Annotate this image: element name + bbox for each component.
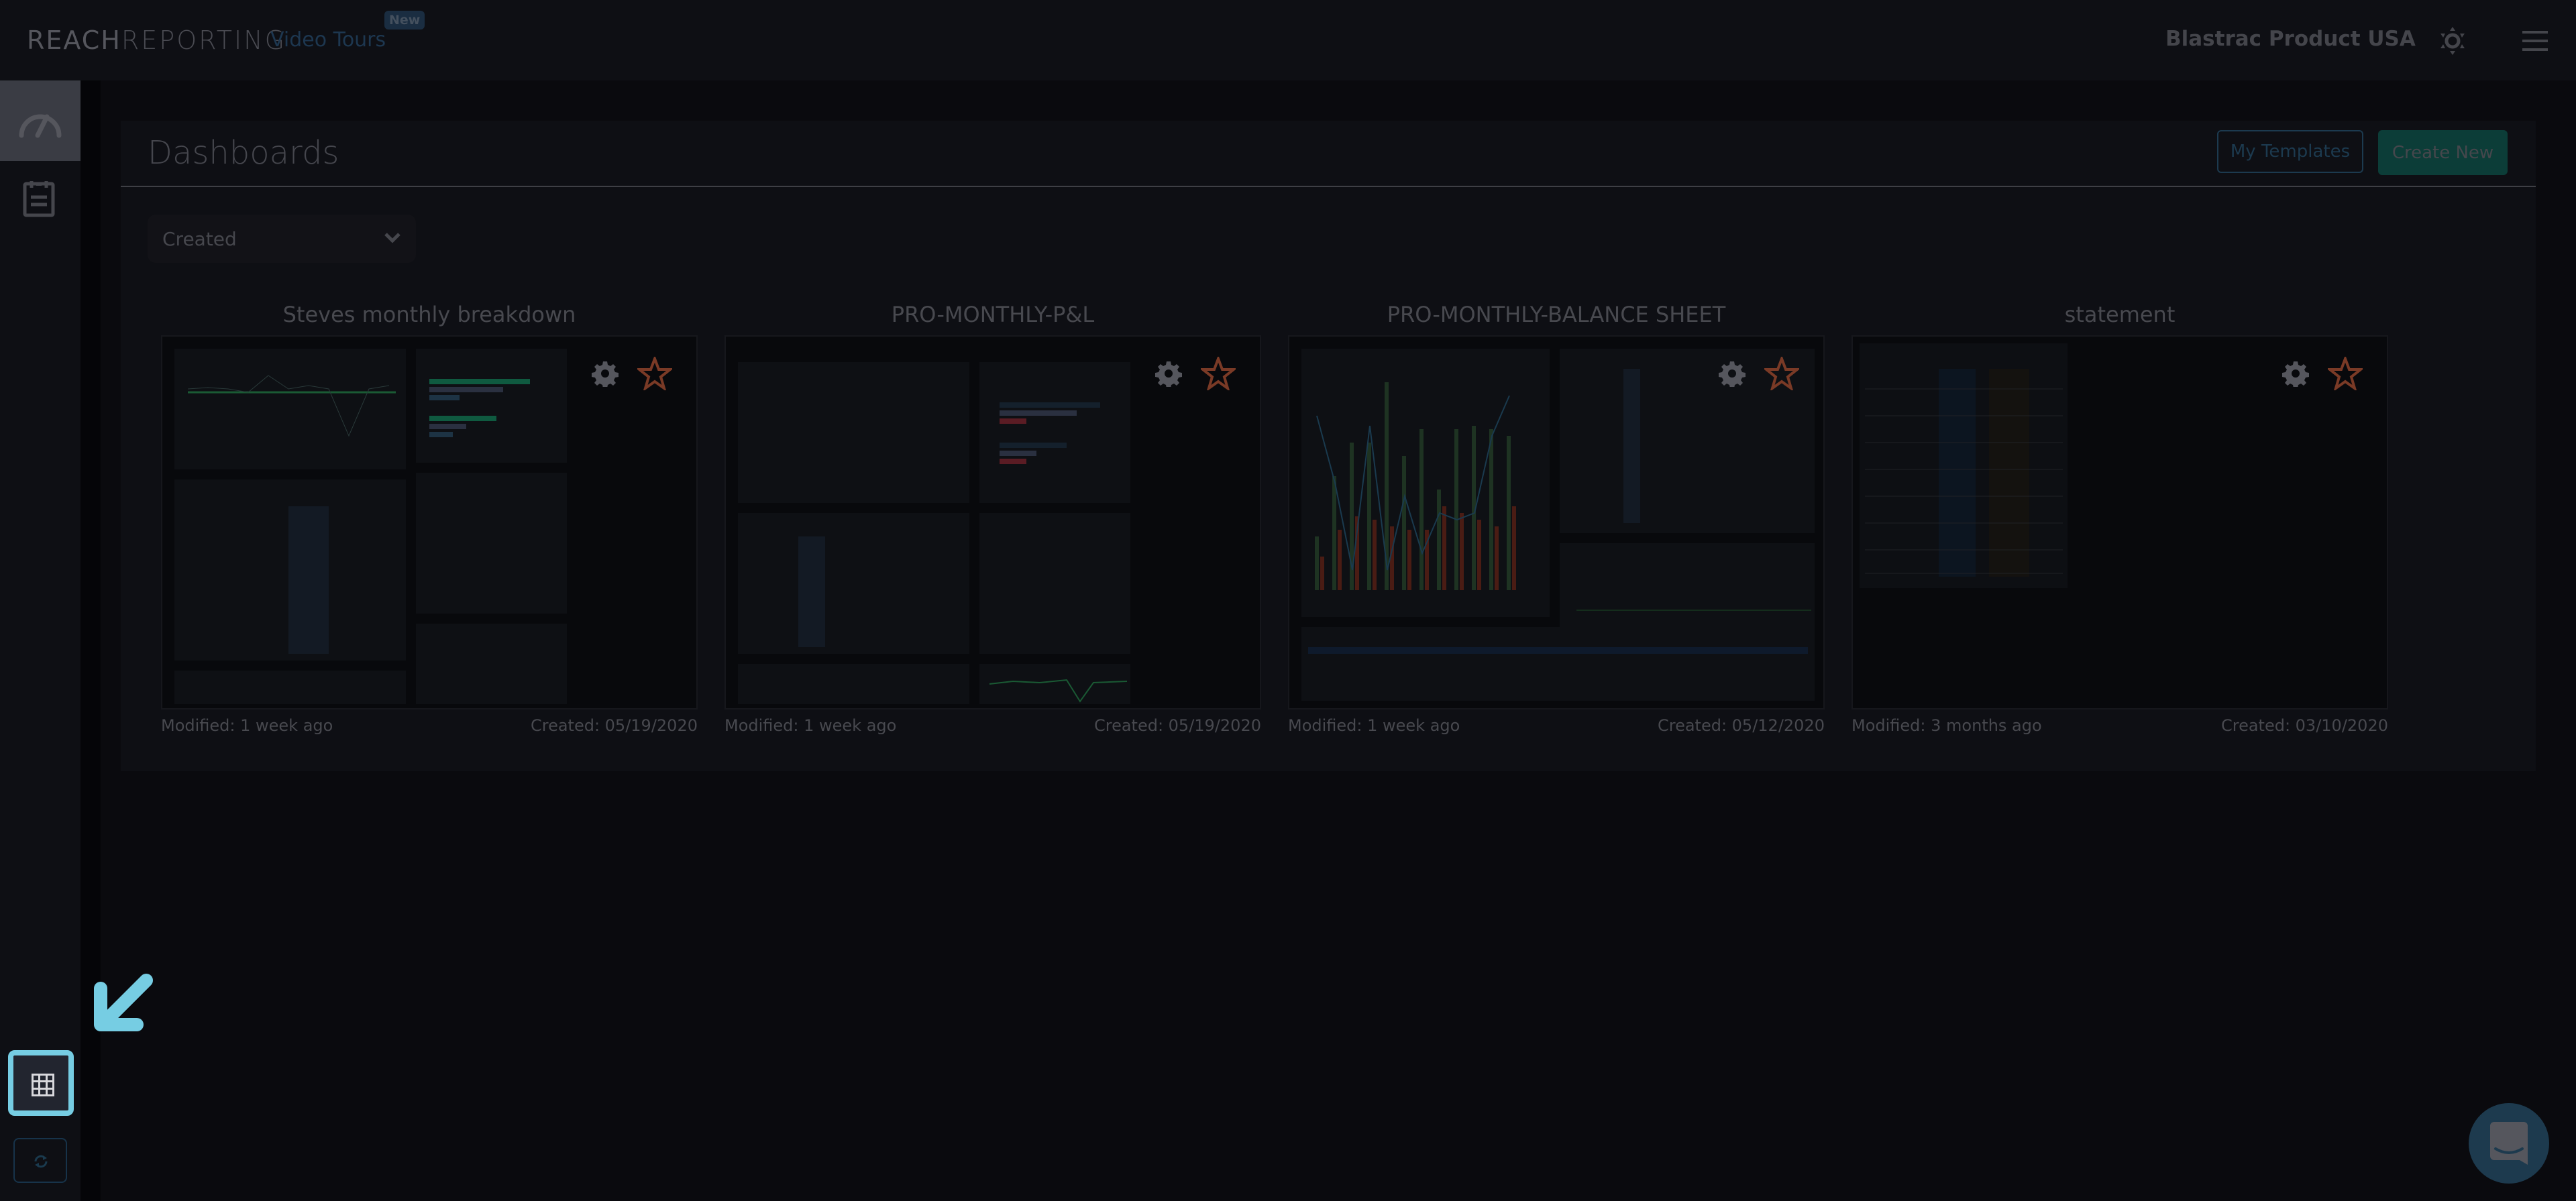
top-header: REACHREPORTING Video Tours New Blastrac …	[0, 0, 2576, 80]
settings-gear-icon[interactable]	[592, 360, 619, 387]
new-badge: New	[384, 11, 425, 30]
sidebar-shadow	[80, 80, 101, 1201]
favorite-star-icon[interactable]	[1764, 357, 1799, 390]
favorite-star-icon[interactable]	[1201, 357, 1236, 390]
modified-date: Modified: 3 months ago	[1851, 716, 2042, 735]
pointer-arrow-icon	[94, 974, 153, 1031]
sidebar-item-reports[interactable]	[0, 161, 80, 241]
clipboard-icon	[23, 181, 55, 217]
dashboard-title[interactable]: PRO-MONTHLY-P&L	[724, 302, 1261, 327]
sort-dropdown-value: Created	[162, 227, 237, 250]
sun-icon[interactable]	[2440, 27, 2465, 55]
title-divider	[121, 186, 2536, 187]
dashboard-thumbnail[interactable]	[161, 335, 698, 709]
video-tours-link[interactable]: Video Tours	[270, 28, 386, 52]
modified-date: Modified: 1 week ago	[161, 716, 333, 735]
settings-gear-icon[interactable]	[2282, 360, 2309, 387]
created-date: Created: 05/12/2020	[1657, 716, 1825, 735]
created-date: Created: 05/19/2020	[530, 716, 698, 735]
dashboard-thumbnail[interactable]	[1288, 335, 1825, 709]
logo-bold-text: REACH	[27, 25, 121, 55]
grid-view-button[interactable]	[8, 1050, 74, 1116]
chat-widget-button[interactable]	[2469, 1103, 2549, 1184]
created-date: Created: 05/19/2020	[1093, 716, 1261, 735]
dashboard-title[interactable]: PRO-MONTHLY-BALANCE SHEET	[1288, 302, 1825, 327]
dashboard-title[interactable]: statement	[1851, 302, 2388, 327]
favorite-star-icon[interactable]	[637, 357, 672, 390]
modified-date: Modified: 1 week ago	[724, 716, 897, 735]
dashboard-preview-image	[1301, 349, 1815, 701]
sort-dropdown[interactable]: Created	[148, 215, 416, 263]
dashboard-title[interactable]: Steves monthly breakdown	[161, 302, 698, 327]
grid-icon	[32, 1074, 54, 1096]
dashboard-preview-image	[1860, 343, 2068, 588]
created-date: Created: 03/10/2020	[2220, 716, 2388, 735]
sidebar	[0, 80, 80, 1201]
dashboard-preview-image	[738, 362, 1130, 704]
dashboard-preview-image	[174, 349, 567, 704]
modified-date: Modified: 1 week ago	[1288, 716, 1460, 735]
create-new-button[interactable]: Create New	[2378, 130, 2508, 175]
hamburger-menu-icon[interactable]	[2522, 31, 2548, 51]
refresh-button[interactable]	[13, 1138, 67, 1183]
chat-smile-icon	[2490, 1122, 2528, 1165]
dashboards-panel: Dashboards My Templates Create New Creat…	[121, 121, 2536, 771]
logo-thin-text: REPORTING	[121, 25, 287, 55]
settings-gear-icon[interactable]	[1719, 360, 1746, 387]
refresh-icon	[34, 1155, 48, 1168]
sidebar-item-dashboards[interactable]	[0, 80, 80, 161]
settings-gear-icon[interactable]	[1155, 360, 1182, 387]
app-logo[interactable]: REACHREPORTING	[27, 25, 286, 55]
dashboard-thumbnail[interactable]	[1851, 335, 2388, 709]
favorite-star-icon[interactable]	[2328, 357, 2363, 390]
company-name[interactable]: Blastrac Product USA	[2165, 27, 2416, 51]
my-templates-button[interactable]: My Templates	[2217, 130, 2363, 173]
dashboard-thumbnail[interactable]	[724, 335, 1261, 709]
speedometer-icon	[19, 114, 62, 138]
page-title: Dashboards	[148, 134, 339, 172]
chevron-down-icon	[384, 233, 400, 243]
